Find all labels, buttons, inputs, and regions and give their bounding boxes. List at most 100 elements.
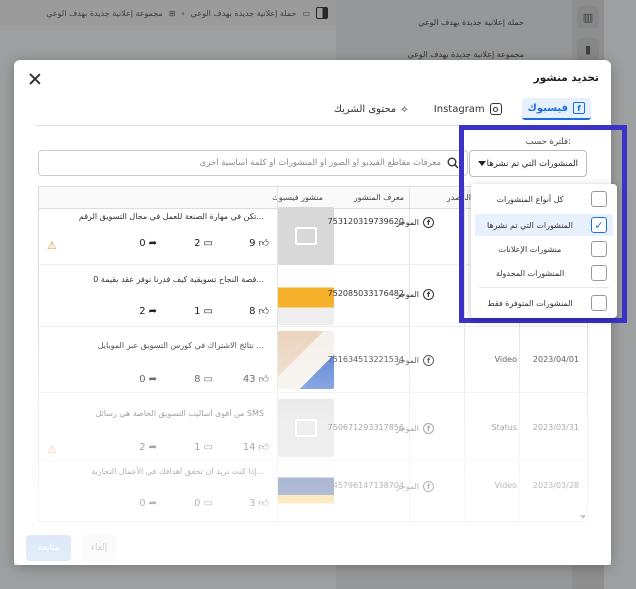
post-stats: 👍︎ 3 ▭ 0 ➦ 0	[115, 497, 269, 510]
facebook-icon: f	[423, 481, 434, 492]
filter-option-label: المنشورات المجدولة	[495, 268, 565, 278]
post-stats: 👍︎ 14 ▭ 1 ➦ 2	[115, 441, 269, 454]
checkbox[interactable]	[591, 191, 607, 207]
checkbox[interactable]	[591, 295, 607, 311]
post-id: 753120319739620	[327, 217, 404, 226]
post-id: 752085033176482	[327, 289, 404, 298]
likes-count: 43	[242, 373, 256, 385]
continue-button[interactable]: متابعة	[26, 535, 71, 561]
source-label: الموجز	[396, 290, 419, 299]
shares-count: 0	[139, 497, 146, 509]
shares-stat: ➦ 2	[115, 306, 157, 317]
filter-option-all[interactable]: كل أنواع المنشورات	[475, 188, 613, 210]
post-message: إذا كنت تريد أن تحقق أهدافك في الأعمال ا…	[91, 467, 264, 476]
tab-instagram[interactable]: Instagram	[428, 99, 508, 119]
post-stats: 👍︎ 43 ▭ 8 ➦ 0	[115, 373, 269, 386]
likes-stat: 👍︎ 8	[227, 305, 269, 318]
source-label: الموجز	[396, 356, 419, 365]
comment-icon: ▭	[203, 441, 213, 453]
likes-count: 9	[249, 237, 256, 249]
likes-stat: 👍︎ 9	[227, 237, 269, 250]
checkbox-checked[interactable]: ✓	[591, 217, 607, 233]
table-row[interactable]: نتائج الاشتراك في كورس التسويق عبر الموب…	[39, 327, 587, 393]
comments-stat: ▭ 0	[171, 498, 213, 509]
instagram-icon	[489, 103, 502, 115]
post-source: f الموجز	[396, 217, 434, 228]
comments-count: 0	[194, 497, 201, 509]
filter-option-published[interactable]: ✓ المنشورات التي تم نشرها	[475, 214, 613, 236]
table-row[interactable]: من أقوى أساليب التسويق الخاصة هي رسائل S…	[39, 393, 587, 461]
post-id: 751634513221534	[327, 355, 404, 364]
post-thumbnail	[278, 207, 334, 265]
facebook-icon: f	[573, 102, 585, 114]
tab-partner-label: محتوى الشريك	[333, 103, 397, 115]
source-label: الموجز	[396, 424, 419, 433]
comments-count: 1	[194, 305, 201, 317]
post-id: 745796147138704	[327, 481, 404, 490]
share-icon: ➦	[148, 373, 157, 385]
check-icon: ✓	[594, 218, 604, 232]
post-thumbnail	[278, 463, 334, 521]
post-id: 750671293317856	[327, 423, 404, 432]
checkbox[interactable]	[591, 241, 607, 257]
likes-stat: 👍︎ 3	[227, 497, 269, 510]
post-message: تكن في مهارة الصنعة للعمل في مجال التسوي…	[78, 212, 264, 221]
shares-stat: ➦ 0	[115, 238, 157, 249]
search-icon	[447, 157, 459, 169]
close-icon[interactable]	[28, 72, 42, 86]
comments-stat: ▭ 2	[171, 238, 213, 249]
source-label: الموجز	[396, 482, 419, 491]
post-source: f الموجز	[396, 289, 434, 300]
comments-count: 2	[194, 237, 201, 249]
like-icon: 👍︎	[258, 498, 269, 509]
cancel-button[interactable]: إلغاء	[81, 535, 117, 561]
shares-stat: ➦ 0	[115, 498, 157, 509]
facebook-icon: f	[423, 289, 434, 300]
search-input[interactable]	[47, 158, 441, 168]
post-stats: 👍︎ 8 ▭ 1 ➦ 2	[115, 305, 269, 318]
like-icon: 👍︎	[258, 442, 269, 453]
dropdown-divider	[479, 287, 609, 288]
filter-option-scheduled[interactable]: المنشورات المجدولة	[475, 262, 613, 284]
filter-option-ads[interactable]: منشورات الإعلانات	[475, 238, 613, 260]
shares-stat: ➦ 2	[115, 442, 157, 453]
source-tabs: f فيسبوك Instagram ⟡ محتوى الشريك	[328, 98, 591, 120]
tab-partner-content[interactable]: ⟡ محتوى الشريك	[328, 100, 414, 119]
post-source: f الموجز	[396, 481, 434, 492]
like-icon: 👍︎	[258, 374, 269, 385]
table-row[interactable]: إذا كنت تريد أن تحقق أهدافك في الأعمال ا…	[39, 461, 587, 521]
post-thumbnail	[278, 267, 334, 325]
facebook-icon: f	[423, 423, 434, 434]
comment-icon: ▭	[203, 373, 213, 385]
post-message: من أقوى أساليب التسويق الخاصة هي رسائل S…	[95, 409, 264, 418]
post-source: f الموجز	[396, 355, 434, 366]
warning-icon: ⚠	[47, 443, 57, 456]
checkbox[interactable]	[591, 265, 607, 281]
shares-count: 2	[139, 305, 146, 317]
comments-count: 8	[194, 373, 201, 385]
post-date: 2023/04/01	[532, 355, 579, 364]
tab-facebook-label: فيسبوك	[527, 102, 568, 114]
comments-stat: ▭ 1	[171, 306, 213, 317]
post-date: 2023/03/31	[532, 423, 579, 432]
tab-instagram-label: Instagram	[433, 103, 485, 115]
search-field[interactable]	[38, 150, 468, 176]
likes-stat: 👍︎ 14	[227, 441, 269, 454]
filter-option-available[interactable]: المنشورات المتوفرة فقط	[475, 292, 613, 314]
post-type: Video	[494, 355, 517, 364]
likes-count: 14	[242, 441, 256, 453]
share-icon: ➦	[148, 497, 157, 509]
filter-option-label: كل أنواع المنشورات	[496, 194, 564, 204]
comment-icon: ▭	[203, 237, 213, 249]
like-icon: 👍︎	[258, 306, 269, 317]
post-thumbnail	[278, 399, 334, 457]
shares-count: 0	[139, 237, 146, 249]
likes-count: 8	[249, 305, 256, 317]
tab-facebook[interactable]: f فيسبوك	[521, 98, 591, 120]
scroll-down-icon[interactable]	[580, 515, 586, 519]
likes-stat: 👍︎ 43	[227, 373, 269, 386]
modal-title: تحديد منشور	[533, 72, 599, 84]
post-message: قصة النجاح تسويقية كيف قدرنا نوفر عقد بق…	[93, 275, 264, 284]
handshake-icon: ⟡	[401, 103, 408, 115]
share-icon: ➦	[148, 441, 157, 453]
